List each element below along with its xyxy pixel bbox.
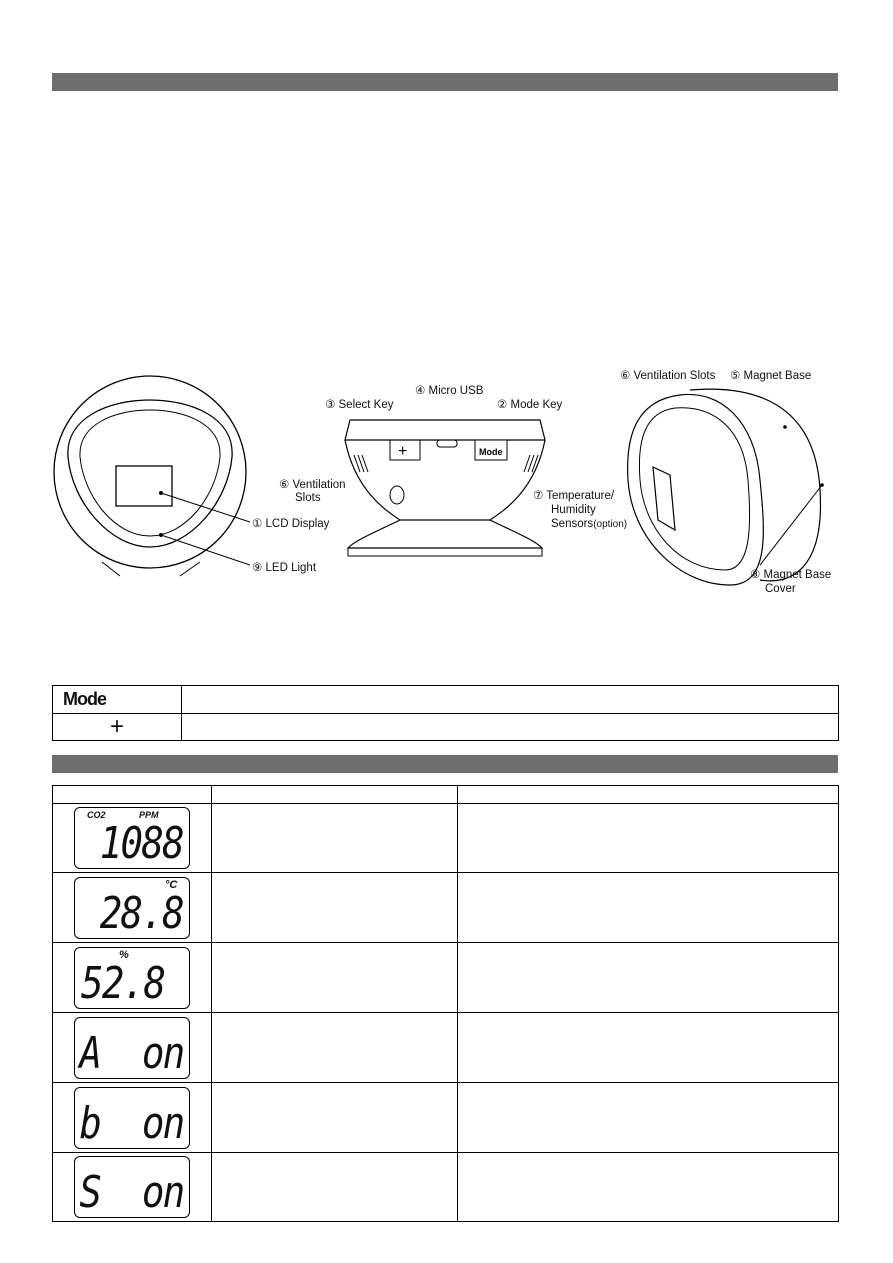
lcd-value: A on bbox=[78, 1027, 185, 1079]
label-magnet-base: ⑤ Magnet Base bbox=[730, 370, 812, 382]
lcd-display: °C 28.8 bbox=[74, 876, 190, 939]
key-row-plus: + bbox=[52, 713, 839, 741]
section-header-bar-2 bbox=[52, 755, 838, 773]
label-temperature-sensor-line2: Humidity bbox=[551, 504, 596, 516]
section-header-bar bbox=[52, 73, 838, 91]
table-row: b on bbox=[52, 1082, 839, 1153]
label-magnet-base-cover-line2: Cover bbox=[765, 583, 796, 595]
mode-key-icon: Mode bbox=[52, 685, 182, 714]
mode-key-description bbox=[181, 685, 839, 714]
label-ventilation-slots-right: ⑥ Ventilation Slots bbox=[620, 370, 716, 382]
label-sensors: Sensors bbox=[551, 518, 594, 530]
lcd-value: 52.8 bbox=[81, 957, 166, 1009]
table-row: A on bbox=[52, 1012, 839, 1083]
device-side-illustration: + Mode bbox=[344, 419, 546, 557]
label-select-key: ③ Select Key bbox=[325, 399, 394, 411]
device-front-illustration bbox=[53, 375, 250, 577]
lcd-value: b on bbox=[78, 1097, 185, 1149]
lcd-display: A on bbox=[74, 1016, 190, 1079]
mode-button-glyph: Mode bbox=[479, 447, 503, 457]
keys-table: Mode + bbox=[52, 685, 839, 741]
lcd-display: CO2 PPM 1088 bbox=[74, 807, 190, 869]
key-row-mode: Mode bbox=[52, 685, 839, 714]
plus-key-description bbox=[181, 713, 839, 741]
lcd-value: 1088 bbox=[99, 818, 185, 869]
plus-key-icon: + bbox=[52, 713, 182, 741]
display-table: CO2 PPM 1088 °C 28.8 % 52.8 A on b on S on bbox=[52, 785, 839, 1222]
label-temperature-sensor-line3: Sensors(option) bbox=[551, 517, 627, 532]
label-magnet-base-cover: ⑧ Magnet Base bbox=[750, 569, 832, 581]
label-temperature-sensor: ⑦ Temperature/ bbox=[533, 490, 615, 502]
label-ventilation-slots: ⑥ Ventilation bbox=[279, 479, 346, 491]
display-table-header bbox=[52, 785, 839, 804]
table-row: % 52.8 bbox=[52, 942, 839, 1013]
lcd-display: S on bbox=[74, 1156, 190, 1218]
lcd-display: b on bbox=[74, 1086, 190, 1149]
label-micro-usb: ④ Micro USB bbox=[415, 385, 484, 397]
lcd-display: % 52.8 bbox=[74, 946, 190, 1009]
label-ventilation-slots-line2: Slots bbox=[295, 492, 321, 504]
lcd-value: S on bbox=[78, 1167, 185, 1218]
table-row: CO2 PPM 1088 bbox=[52, 803, 839, 873]
svg-text:+: + bbox=[398, 443, 407, 460]
device-angled-illustration bbox=[627, 388, 824, 586]
label-lcd-display: ① LCD Display bbox=[252, 518, 330, 530]
label-mode-key: ② Mode Key bbox=[497, 399, 563, 411]
table-row: °C 28.8 bbox=[52, 872, 839, 943]
lcd-value: 28.8 bbox=[99, 887, 185, 939]
label-led-light: ⑨ LED Light bbox=[252, 562, 317, 574]
table-row: S on bbox=[52, 1152, 839, 1222]
